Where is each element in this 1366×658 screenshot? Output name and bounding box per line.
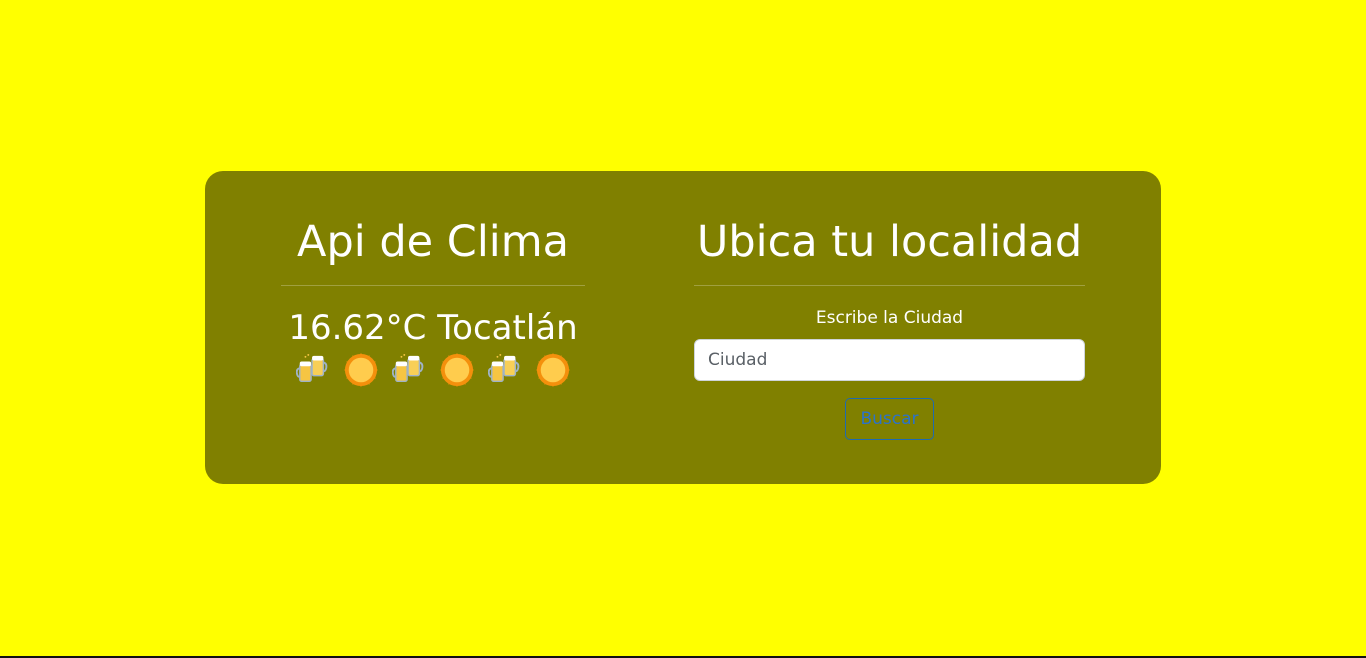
city-input[interactable] [694,339,1085,381]
weather-section: Api de Clima 16.62°C Tocatlán [281,171,585,390]
sun-icon [536,353,570,387]
weather-divider [281,285,585,286]
weather-title: Api de Clima [297,217,569,267]
search-button[interactable]: Buscar [845,398,934,440]
city-label: Escribe la Ciudad [815,308,964,328]
locator-title: Ubica tu localidad [696,217,1083,267]
sun-icon [440,353,474,387]
beer-mugs-icon [488,353,520,383]
beer-mugs-icon [392,353,424,383]
weather-card: Api de Clima 16.62°C Tocatlán Ubica tu l… [205,171,1161,484]
temperature-location: 16.62°C Tocatlán [288,308,578,348]
weather-icons-row [281,350,585,390]
locator-section: Ubica tu localidad Escribe la Ciudad Bus… [694,171,1085,440]
locator-divider [694,285,1085,286]
beer-mugs-icon [296,353,328,383]
sun-icon [344,353,378,387]
